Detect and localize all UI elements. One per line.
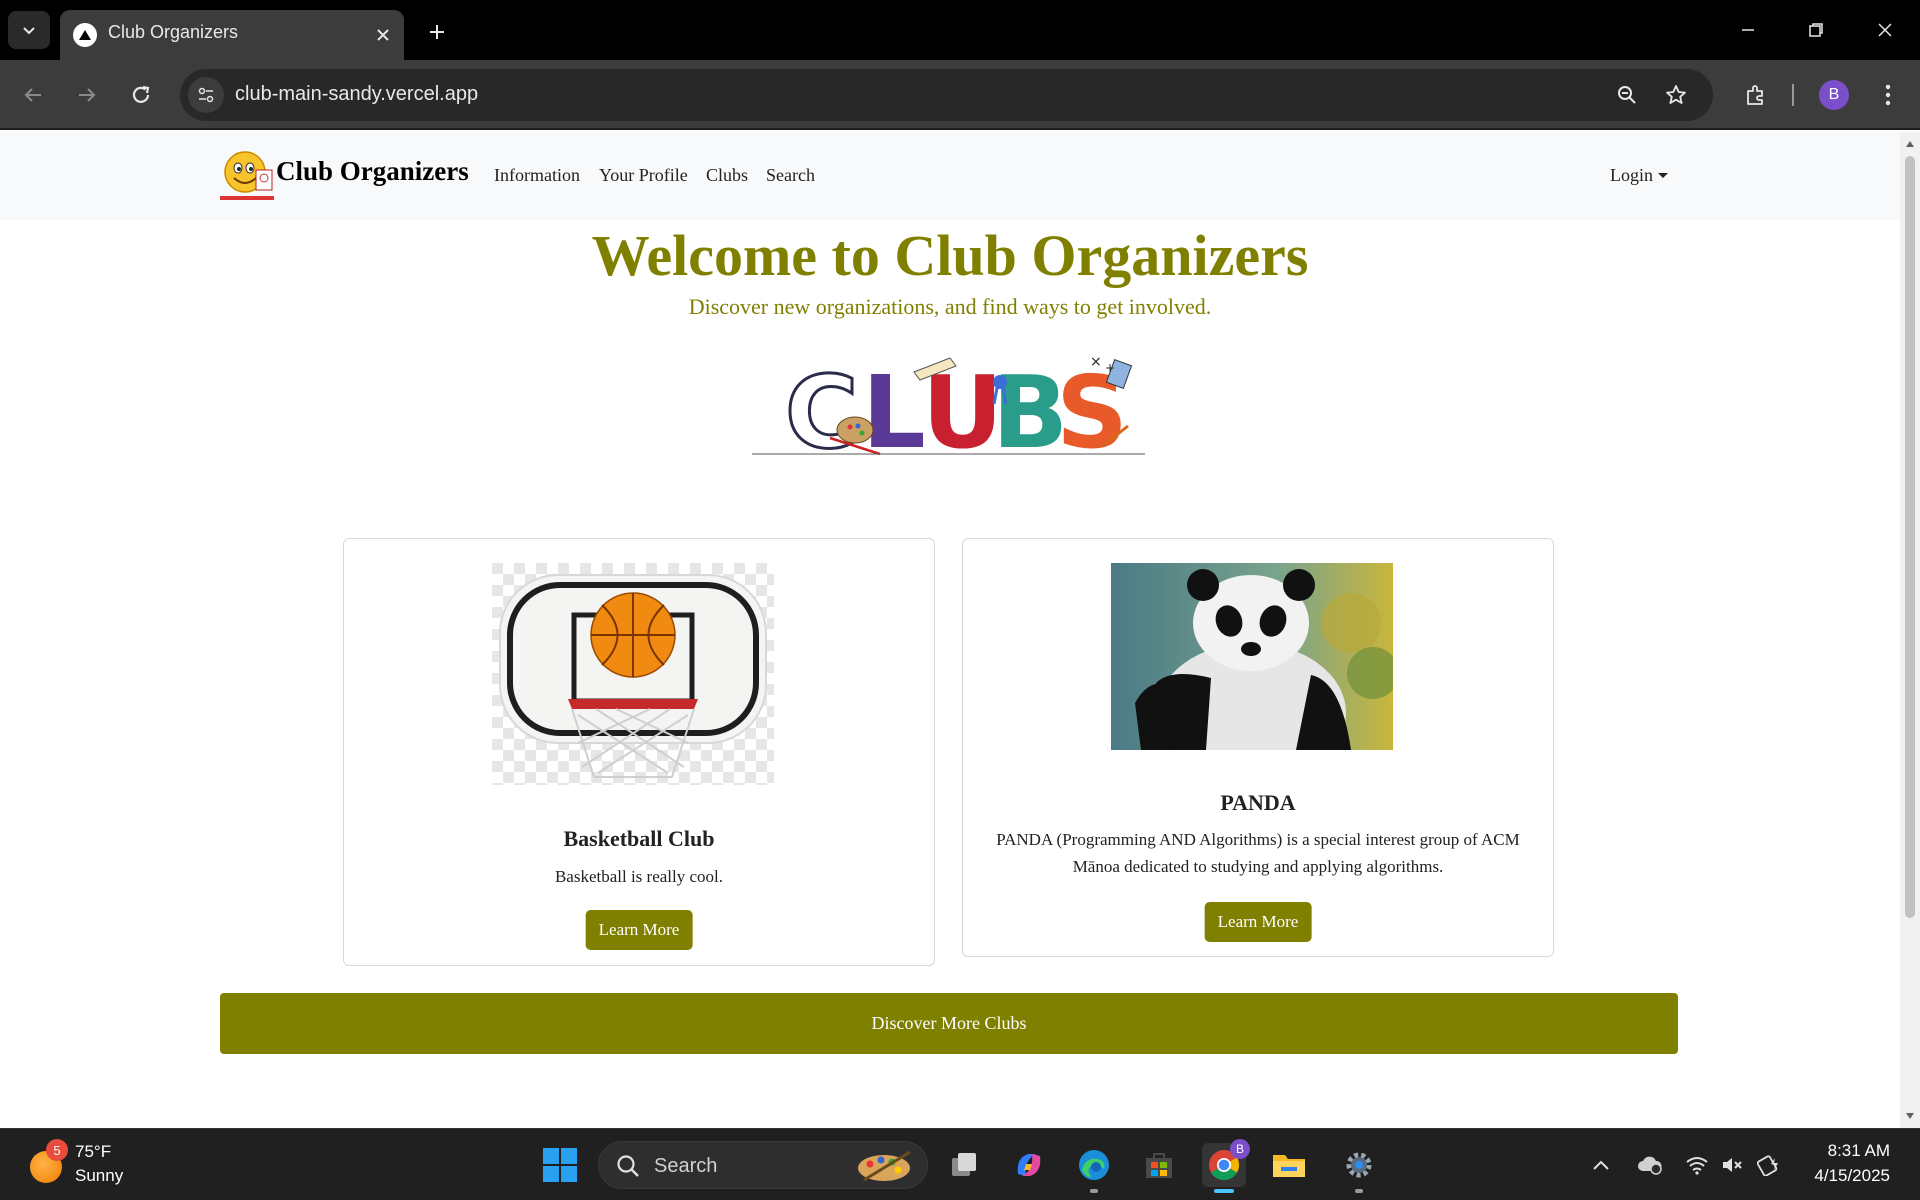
paint-palette-icon [858,1150,911,1182]
task-view-icon[interactable] [942,1143,986,1187]
card-text: PANDA (Programming AND Algorithms) is a … [996,830,1520,876]
chevron-up-icon[interactable] [1587,1151,1615,1179]
app-running-indicator [1090,1189,1098,1193]
extensions-icon[interactable] [1736,75,1776,115]
address-bar[interactable]: club-main-sandy.vercel.app [180,69,1713,121]
clock-date[interactable]: 4/15/2025 [1814,1166,1890,1186]
scroll-down-arrow-icon[interactable] [1904,1110,1916,1122]
clubs-logo-image: C L U B S × + [752,353,1145,462]
tab-title: Club Organizers [108,22,239,42]
zoom-icon[interactable] [1611,79,1643,111]
edge-browser-icon[interactable] [1072,1143,1116,1193]
vercel-triangle-icon [73,23,97,47]
wifi-icon[interactable] [1683,1151,1711,1179]
scroll-up-arrow-icon[interactable] [1904,138,1916,150]
site-navbar: Club Organizers Information Your Profile… [0,132,1900,220]
login-dropdown[interactable]: Login [1610,165,1668,186]
weather-condition: Sunny [75,1166,124,1185]
microsoft-store-icon[interactable] [1137,1143,1181,1187]
nav-link-clubs[interactable]: Clubs [706,165,748,186]
close-icon[interactable] [1857,8,1913,52]
notification-badge: 5 [46,1139,68,1161]
basketball-hoop-image [492,563,774,785]
site-settings-icon[interactable] [188,77,224,113]
nav-link-search[interactable]: Search [766,165,815,186]
search-label: Search [654,1155,718,1177]
discover-more-clubs-button[interactable]: Discover More Clubs [220,993,1678,1054]
panda-photo-image [1111,563,1393,750]
more-vert-icon[interactable] [1868,75,1908,115]
browser-toolbar: club-main-sandy.vercel.app B [0,60,1920,130]
chrome-browser-icon[interactable]: B [1202,1139,1250,1193]
svg-text:×: × [1090,354,1102,370]
search-icon [617,1155,639,1177]
settings-gear-icon[interactable] [1337,1143,1381,1193]
app-running-indicator [1355,1189,1363,1193]
learn-more-button[interactable]: Learn More [585,910,693,950]
volume-muted-icon[interactable] [1719,1151,1747,1179]
card-text: Basketball is really cool. [554,867,724,886]
close-icon[interactable] [370,22,396,48]
toolbar-divider [1792,84,1794,106]
taskbar-search-box[interactable]: Search [598,1141,928,1189]
svg-text:L: L [862,354,926,462]
star-icon[interactable] [1660,79,1692,111]
back-arrow-icon[interactable] [13,75,53,115]
profile-badge: B [1230,1139,1250,1159]
page-subtitle: Discover new organizations, and find way… [688,294,1212,319]
weather-temperature: 75°F [75,1142,112,1161]
login-label: Login [1610,165,1653,185]
caret-down-icon [1658,173,1668,178]
file-explorer-icon[interactable] [1267,1143,1311,1187]
club-card-basketball: Basketball Club Basketball is really coo… [343,538,935,966]
minimize-icon[interactable] [1720,8,1776,52]
svg-text:+: + [1105,361,1115,375]
smiley-logo-icon[interactable] [218,146,276,204]
brand-name[interactable]: Club Organizers [276,156,469,187]
reload-icon[interactable] [121,75,161,115]
club-card-panda: PANDA PANDA (Programming AND Algorithms)… [962,538,1554,957]
page-viewport: Club Organizers Information Your Profile… [0,132,1900,1128]
copilot-icon[interactable] [1007,1143,1051,1187]
browser-tab[interactable]: Club Organizers [60,10,404,60]
windows-start-icon[interactable] [538,1143,582,1187]
nav-link-information[interactable]: Information [494,165,580,186]
scrollbar-thumb[interactable] [1905,156,1915,918]
url-text[interactable]: club-main-sandy.vercel.app [235,83,478,106]
card-title: PANDA [1220,790,1296,815]
svg-text:C: C [785,354,858,462]
battery-charging-icon[interactable] [1755,1151,1783,1179]
profile-avatar[interactable]: B [1819,80,1849,110]
browser-tab-bar: Club Organizers [0,0,1920,60]
learn-more-button[interactable]: Learn More [1204,902,1312,942]
app-active-indicator [1214,1189,1234,1193]
card-title: Basketball Club [563,826,715,851]
tab-list-chevron-icon[interactable] [8,11,50,49]
page-scrollbar[interactable] [1900,132,1920,1128]
clock-time[interactable]: 8:31 AM [1828,1141,1890,1161]
onedrive-cloud-icon[interactable] [1636,1151,1664,1179]
nav-link-your-profile[interactable]: Your Profile [599,165,688,186]
forward-arrow-icon[interactable] [67,75,107,115]
plus-icon[interactable] [418,13,456,51]
windows-taskbar: 5 75°F Sunny Search B 8:31 AM 4/15/2025 [0,1128,1920,1200]
page-title: Welcome to Club Organizers [591,223,1309,288]
restore-icon[interactable] [1788,8,1844,52]
